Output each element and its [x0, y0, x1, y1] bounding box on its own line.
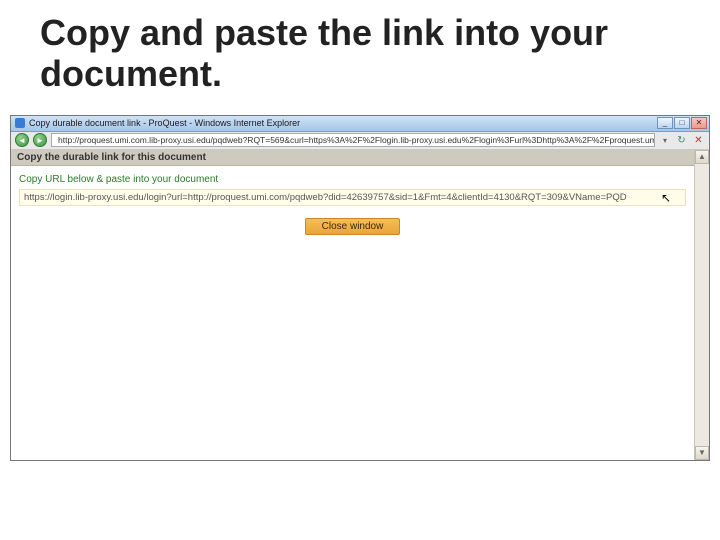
- durable-url-text: https://login.lib-proxy.usi.edu/login?ur…: [24, 192, 627, 203]
- durable-link-box[interactable]: https://login.lib-proxy.usi.edu/login?ur…: [19, 189, 686, 206]
- browser-window: Copy durable document link - ProQuest - …: [10, 115, 710, 461]
- titlebar: Copy durable document link - ProQuest - …: [11, 116, 709, 132]
- slide-title: Copy and paste the link into your docume…: [0, 0, 720, 115]
- maximize-button[interactable]: □: [674, 117, 690, 129]
- close-window-button[interactable]: Close window: [305, 218, 401, 235]
- forward-button[interactable]: ►: [33, 133, 47, 147]
- minimize-button[interactable]: _: [657, 117, 673, 129]
- scroll-up-button[interactable]: ▲: [695, 150, 709, 164]
- favicon-icon: [15, 118, 25, 128]
- scroll-down-button[interactable]: ▼: [695, 446, 709, 460]
- cursor-icon: ↖: [661, 191, 671, 205]
- back-button[interactable]: ◄: [15, 133, 29, 147]
- window-controls: _ □ ✕: [657, 117, 707, 129]
- window-title: Copy durable document link - ProQuest - …: [29, 118, 300, 128]
- address-url-text: http://proquest.umi.com.lib-proxy.usi.ed…: [58, 135, 655, 145]
- address-dropdown-icon[interactable]: ▾: [659, 134, 671, 146]
- refresh-icon[interactable]: ↻: [675, 134, 688, 147]
- address-bar: ◄ ► http://proquest.umi.com.lib-proxy.us…: [11, 132, 709, 150]
- address-input[interactable]: http://proquest.umi.com.lib-proxy.usi.ed…: [51, 133, 655, 147]
- close-button[interactable]: ✕: [691, 117, 707, 129]
- stop-icon[interactable]: ✕: [692, 134, 705, 147]
- section-header: Copy the durable link for this document: [11, 150, 694, 166]
- content-area: Copy the durable link for this document …: [11, 150, 709, 460]
- vertical-scrollbar[interactable]: ▲ ▼: [694, 150, 709, 460]
- instruction-text: Copy URL below & paste into your documen…: [19, 174, 686, 185]
